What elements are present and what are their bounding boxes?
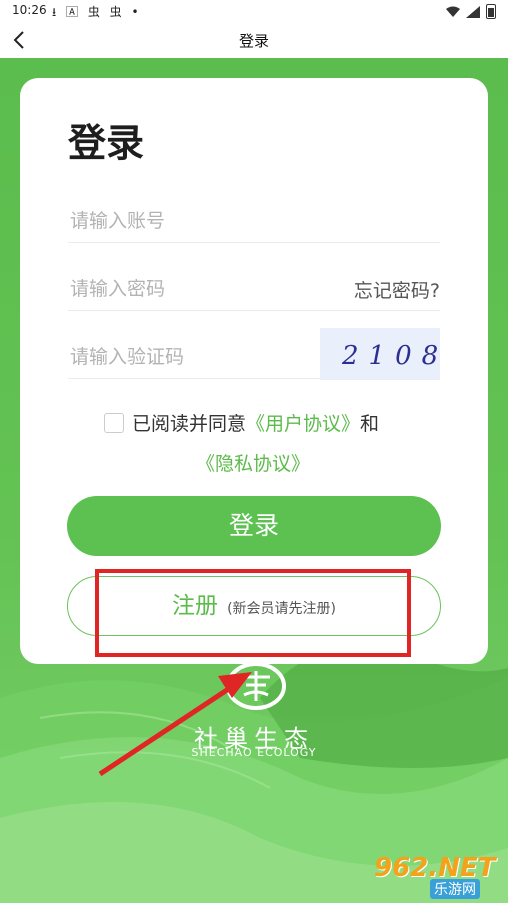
account-input[interactable] bbox=[68, 206, 332, 236]
captcha-input[interactable] bbox=[68, 342, 332, 372]
status-time: 10:26 bbox=[12, 3, 47, 17]
agreement-row: 已阅读并同意《用户协议》和 《隐私协议》 bbox=[104, 404, 424, 484]
agree-checkbox[interactable] bbox=[104, 413, 124, 433]
captcha-image[interactable]: 2108 bbox=[320, 328, 440, 380]
agree-conjunction: 和 bbox=[360, 413, 380, 435]
captcha-field: 2108 bbox=[68, 328, 440, 380]
captcha-graphic: 2108 bbox=[341, 341, 440, 371]
login-button[interactable]: 登录 bbox=[67, 496, 441, 556]
battery-icon bbox=[486, 4, 496, 19]
password-input[interactable] bbox=[68, 274, 332, 304]
status-icons-right bbox=[446, 4, 496, 19]
privacy-policy-link[interactable]: 《隐私协议》 bbox=[104, 444, 424, 484]
page-title: 登录 bbox=[238, 32, 269, 50]
account-field bbox=[68, 198, 440, 243]
forgot-password-link[interactable]: 忘记密码? bbox=[354, 276, 440, 303]
notification-icons: ⭳ 🄰 虫 虫 • bbox=[52, 5, 142, 19]
agree-prefix: 已阅读并同意 bbox=[132, 413, 247, 435]
logo-english-name: SHECHAO ECOLOGY bbox=[191, 746, 317, 759]
nav-bar: 登录 bbox=[0, 22, 508, 58]
watermark-site: 乐游网 bbox=[430, 879, 480, 899]
signal-icon bbox=[466, 5, 480, 18]
annotation-highlight-box bbox=[95, 569, 411, 657]
user-agreement-link[interactable]: 《用户协议》 bbox=[246, 413, 360, 435]
captcha-text: 2108 bbox=[341, 341, 440, 371]
wifi-icon bbox=[446, 6, 460, 17]
watermark: 962.NET 乐游网 bbox=[368, 853, 500, 899]
password-field: 忘记密码? bbox=[68, 266, 440, 311]
login-heading: 登录 bbox=[68, 121, 145, 165]
status-bar: 10:26 ⭳ 🄰 虫 虫 • bbox=[0, 0, 508, 22]
shechao-logo-icon bbox=[226, 662, 286, 710]
